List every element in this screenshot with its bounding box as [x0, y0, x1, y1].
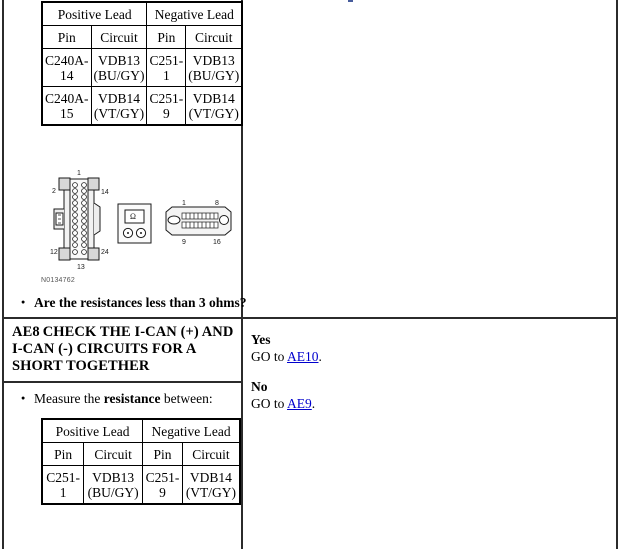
label-16pin-9: 9	[182, 239, 186, 246]
table-row: C251-1 VDB13 (BU/GY) C251-9 VDB14 (VT/GY…	[41, 465, 241, 504]
lead-table-ae8-wrapper: Positive Lead Negative Lead Pin Circuit …	[41, 418, 241, 505]
label-24pin-14: 14	[101, 189, 109, 196]
column-header-circuit-negative: Circuit	[181, 442, 241, 466]
cell-pin-positive: C240A-14	[42, 48, 92, 87]
cell-circuit-negative: VDB14 (VT/GY)	[181, 465, 241, 504]
table-group-header-row: Positive Lead Negative Lead	[41, 2, 243, 26]
cell-circuit-negative: VDB14 (VT/GY)	[185, 86, 243, 125]
question-text: Are the resistances less than 3 ohms?	[21, 293, 273, 312]
label-24pin-12: 12	[50, 249, 58, 256]
result-yes-label: Yes	[251, 332, 271, 347]
lead-table-top-wrapper: Positive Lead Negative Lead Pin Circuit …	[41, 1, 244, 126]
diagnostic-page: Positive Lead Negative Lead Pin Circuit …	[2, 0, 618, 549]
lead-table-ae8: Positive Lead Negative Lead Pin Circuit …	[41, 419, 241, 504]
label-16pin-1: 1	[182, 200, 186, 207]
step-top-action-column: Positive Lead Negative Lead Pin Circuit …	[4, 0, 247, 317]
result-no-action: GO to AE9.	[251, 395, 616, 412]
step-ae8-result-column: Yes GO to AE10. No GO to AE9.	[243, 319, 616, 549]
step-top-result-column	[243, 0, 616, 317]
step-title-text: CHECK THE I-CAN (+) AND I-CAN (-) CIRCUI…	[12, 324, 234, 374]
label-16pin-8: 8	[215, 200, 219, 207]
column-header-pin-negative: Pin	[142, 442, 183, 466]
result-no-label: No	[251, 379, 268, 394]
cell-pin-negative: C251-9	[142, 465, 183, 504]
step-ae8-title: AE8 CHECK THE I-CAN (+) AND I-CAN (-) CIR…	[4, 319, 241, 383]
cell-circuit-positive: VDB14 (VT/GY)	[90, 86, 148, 125]
result-yes-action: GO to AE10.	[251, 348, 616, 365]
label-24pin-1: 1	[77, 170, 81, 177]
results-block: Yes GO to AE10. No GO to AE9.	[243, 319, 616, 412]
instruction-keyword: resistance	[103, 391, 161, 406]
connector-measurement-figure: 1 2 14 12 24 13 Ω 1 8 9 16	[48, 167, 248, 287]
column-header-circuit-positive: Circuit	[90, 25, 148, 49]
result-yes-prefix: GO to	[251, 349, 288, 364]
cell-pin-positive: C251-1	[41, 465, 85, 504]
cell-pin-positive: C240A-15	[42, 86, 92, 125]
diagnostic-step-top: Positive Lead Negative Lead Pin Circuit …	[4, 0, 616, 317]
result-no-suffix: .	[311, 396, 316, 411]
cell-pin-negative: C251-9	[146, 86, 187, 125]
table-column-header-row: Pin Circuit Pin Circuit	[42, 25, 243, 49]
column-header-pin-positive: Pin	[42, 25, 92, 49]
group-header-negative: Negative Lead	[146, 2, 243, 26]
table-row: C240A-15 VDB14 (VT/GY) C251-9 VDB14 (VT/…	[42, 86, 243, 125]
group-header-positive: Positive Lead	[41, 419, 144, 443]
table-column-header-row: Pin Circuit Pin Circuit	[41, 442, 241, 466]
figure-svg: 1 2 14 12 24 13 Ω 1 8 9 16	[50, 170, 232, 271]
cell-circuit-positive: VDB13 (BU/GY)	[83, 465, 144, 504]
results-spacer	[251, 365, 616, 378]
group-header-positive: Positive Lead	[41, 2, 148, 26]
result-yes-suffix: .	[318, 349, 322, 364]
label-24pin-13: 13	[77, 264, 85, 271]
figure-id-caption: N0134762	[41, 277, 75, 284]
group-header-negative: Negative Lead	[142, 419, 240, 443]
step-ae8-action-column: AE8 CHECK THE I-CAN (+) AND I-CAN (-) CIR…	[4, 319, 243, 549]
connector-24pin-icon	[53, 177, 101, 261]
diagnostic-step-ae8: AE8 CHECK THE I-CAN (+) AND I-CAN (-) CIR…	[4, 317, 616, 549]
connector-16pin-icon	[165, 206, 232, 236]
column-header-pin-negative: Pin	[146, 25, 187, 49]
column-header-circuit-negative: Circuit	[185, 25, 243, 49]
lead-table-top: Positive Lead Negative Lead Pin Circuit …	[41, 2, 243, 125]
instruction-prefix: Measure the	[34, 391, 104, 406]
ohm-symbol: Ω	[130, 212, 136, 221]
cell-pin-negative: C251-1	[146, 48, 187, 87]
cell-circuit-positive: VDB13 (BU/GY)	[90, 48, 148, 87]
step-top-question-list: Are the resistances less than 3 ohms?	[4, 287, 277, 314]
step-code: AE8	[12, 324, 40, 340]
ohmmeter-icon	[117, 203, 152, 244]
column-header-circuit-positive: Circuit	[83, 442, 144, 466]
instruction-item: Measure the resistance between:	[21, 389, 237, 408]
column-header-pin-positive: Pin	[41, 442, 85, 466]
step-ae8-instruction-list: Measure the resistance between:	[4, 383, 241, 408]
instruction-suffix: between:	[160, 391, 213, 406]
label-24pin-2: 2	[52, 188, 56, 195]
label-16pin-16: 16	[213, 239, 221, 246]
result-no-prefix: GO to	[251, 396, 288, 411]
label-24pin-24: 24	[101, 249, 109, 256]
link-ae9[interactable]: AE9	[287, 396, 312, 411]
table-group-header-row: Positive Lead Negative Lead	[41, 419, 240, 443]
cell-circuit-negative: VDB13 (BU/GY)	[185, 48, 243, 87]
link-ae10[interactable]: AE10	[287, 349, 319, 364]
table-row: C240A-14 VDB13 (BU/GY) C251-1 VDB13 (BU/…	[42, 48, 243, 87]
